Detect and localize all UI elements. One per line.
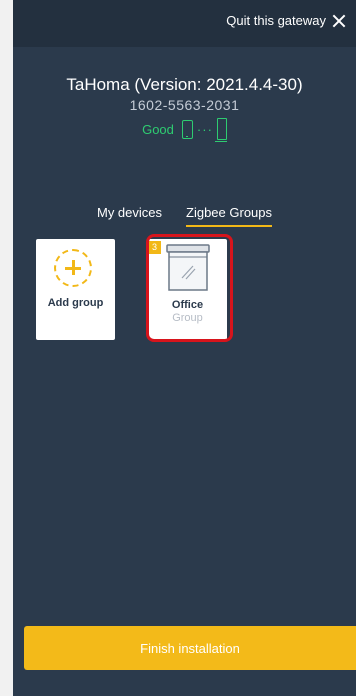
office-group-label: Office <box>171 299 204 311</box>
app-screen: Quit this gateway TaHoma (Version: 2021.… <box>13 0 356 696</box>
add-group-label: Add group <box>47 297 104 309</box>
status-text: Good <box>142 121 174 137</box>
tab-my-devices[interactable]: My devices <box>97 205 162 227</box>
window-icon <box>166 244 210 291</box>
top-bar: Quit this gateway <box>13 0 356 47</box>
connection-status: Good ··· <box>13 118 356 142</box>
quit-gateway-label: Quit this gateway <box>226 13 326 28</box>
tab-bar: My devices Zigbee Groups <box>13 205 356 227</box>
device-count-badge: 3 <box>148 241 161 254</box>
add-group-card[interactable]: Add group <box>36 239 115 340</box>
gateway-box-icon <box>214 118 227 142</box>
close-icon[interactable] <box>332 14 346 28</box>
finish-installation-button[interactable]: Finish installation <box>24 626 356 670</box>
connection-dots-icon: ··· <box>196 121 213 137</box>
tab-zigbee-groups[interactable]: Zigbee Groups <box>186 205 273 227</box>
gateway-pin: 1602-5563-2031 <box>129 97 240 113</box>
phone-frame: Quit this gateway TaHoma (Version: 2021.… <box>0 0 356 696</box>
quit-gateway-button[interactable]: Quit this gateway <box>226 13 346 28</box>
office-group-card[interactable]: 3 Office Group <box>148 239 227 340</box>
office-group-type: Group <box>172 312 203 324</box>
add-circle-icon <box>54 249 92 287</box>
phone-icon <box>181 119 193 139</box>
gateway-title: TaHoma (Version: 2021.4.4-30) <box>66 75 303 94</box>
